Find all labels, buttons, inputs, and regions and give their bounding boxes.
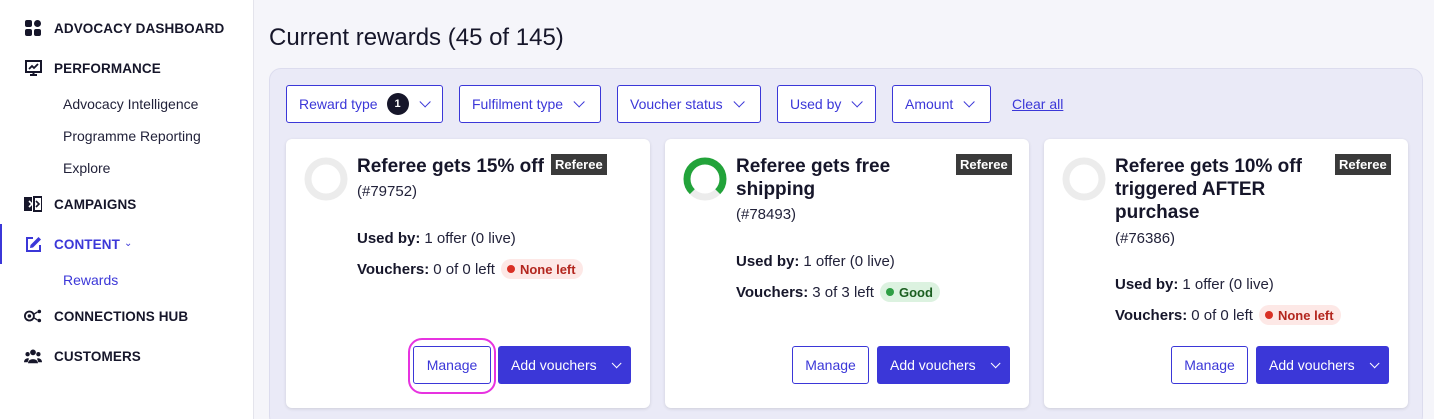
reward-title: Referee gets free shipping [736,156,891,200]
nav-label: CONTENT [54,236,120,252]
campaign-icon [24,196,42,212]
add-vouchers-label: Add vouchers [1269,357,1355,373]
status-dot-icon [885,288,894,296]
used-by-label: Used by: [1115,276,1179,293]
vouchers-value: 0 of 0 left [1191,306,1253,324]
audience-tag: Referee [956,154,1012,175]
used-by-row: Used by: 1 offer (0 live) [1115,276,1274,293]
vouchers-row: Vouchers: 0 of 0 left None left [357,259,583,279]
status-badge: Good [879,282,940,302]
chevron-down-icon [963,96,976,108]
nav-content[interactable]: CONTENT ⌄ [0,224,254,264]
vouchers-value: 3 of 3 left [812,283,874,301]
filter-label: Fulfilment type [472,96,564,112]
reward-card: Referee gets 10% off triggered AFTER pur… [1044,139,1408,408]
users-icon [24,348,42,364]
filter-fulfilment-type[interactable]: Fulfilment type [459,85,601,123]
nav-connections-hub[interactable]: CONNECTIONS HUB [0,300,254,332]
nav-customers[interactable]: CUSTOMERS [0,340,254,372]
nav-performance[interactable]: PERFORMANCE [0,52,254,84]
filter-reward-type[interactable]: Reward type 1 [286,85,443,123]
chevron-down-icon [990,357,1001,368]
nav-label: ADVOCACY DASHBOARD [54,20,225,36]
nav-rewards[interactable]: Rewards [63,270,118,290]
filter-used-by[interactable]: Used by [777,85,876,123]
status-dot-icon [506,265,515,273]
add-vouchers-button[interactable]: Add vouchers [877,346,1010,384]
filter-amount[interactable]: Amount [892,85,991,123]
page-title: Current rewards (45 of 145) [269,24,564,51]
reward-id: (#78493) [736,206,797,223]
used-by-value: 1 offer (0 live) [803,253,895,270]
vouchers-row: Vouchers: 3 of 3 left Good [736,282,940,302]
vouchers-label: Vouchers: [736,283,809,301]
vouchers-label: Vouchers: [357,260,430,278]
progress-ring-icon [1062,157,1106,201]
manage-button[interactable]: Manage [1171,346,1248,384]
reward-id: (#76386) [1115,230,1176,247]
status-badge: None left [1258,305,1341,325]
filter-voucher-status[interactable]: Voucher status [617,85,761,123]
chevron-down-icon [419,96,431,108]
nav-campaigns[interactable]: CAMPAIGNS [0,188,254,220]
used-by-label: Used by: [736,253,800,270]
add-vouchers-label: Add vouchers [890,357,976,373]
dashboard-icon [24,20,42,36]
used-by-row: Used by: 1 offer (0 live) [357,230,516,247]
add-vouchers-button[interactable]: Add vouchers [498,346,631,384]
filter-label: Amount [905,96,954,112]
nav-label: CUSTOMERS [54,348,141,364]
clear-all-link[interactable]: Clear all [1012,96,1063,112]
chevron-down-icon [733,96,745,108]
used-by-value: 1 offer (0 live) [424,230,516,247]
vouchers-row: Vouchers: 0 of 0 left None left [1115,305,1341,325]
progress-ring-icon [683,157,727,201]
chevron-down-icon: ⌄ [124,238,133,249]
vouchers-value: 0 of 0 left [433,260,495,278]
reward-title: Referee gets 10% off triggered AFTER pur… [1115,156,1302,223]
edit-icon [24,236,42,252]
used-by-value: 1 offer (0 live) [1182,276,1274,293]
vouchers-label: Vouchers: [1115,306,1188,324]
status-text: None left [1277,307,1334,323]
filter-label: Reward type [299,96,378,112]
filter-count-badge: 1 [386,93,409,115]
nav-programme-reporting[interactable]: Programme Reporting [63,126,201,146]
add-vouchers-label: Add vouchers [511,357,597,373]
chevron-down-icon [1369,357,1380,368]
nav-explore[interactable]: Explore [63,158,110,178]
filter-label: Used by [790,96,842,112]
audience-tag: Referee [1335,154,1391,175]
status-badge: None left [500,259,583,279]
manage-button[interactable]: Manage [413,346,491,384]
reward-card: Referee gets 15% off Referee (#79752) Us… [286,139,650,408]
chart-icon [24,60,42,76]
progress-ring-icon [304,157,348,201]
nav-advocacy-dashboard[interactable]: ADVOCACY DASHBOARD [0,12,254,44]
used-by-row: Used by: 1 offer (0 live) [736,253,895,270]
chevron-down-icon [611,357,622,368]
chevron-down-icon [573,96,585,108]
status-text: None left [519,261,576,277]
nav-advocacy-intelligence[interactable]: Advocacy Intelligence [63,94,198,114]
chevron-down-icon [851,96,864,108]
audience-tag: Referee [551,154,607,175]
reward-title: Referee gets 15% off [357,156,544,177]
add-vouchers-button[interactable]: Add vouchers [1256,346,1389,384]
used-by-label: Used by: [357,230,421,247]
connections-icon [24,308,42,324]
status-text: Good [898,284,933,300]
nav-label: PERFORMANCE [54,60,161,76]
filter-label: Voucher status [630,96,723,112]
sidebar: ADVOCACY DASHBOARD PERFORMANCE Advocacy … [0,0,254,419]
reward-card: Referee gets free shipping Referee (#784… [665,139,1029,408]
manage-button[interactable]: Manage [792,346,869,384]
reward-id: (#79752) [357,183,418,200]
status-dot-icon [1264,311,1273,319]
nav-label: CAMPAIGNS [54,196,137,212]
nav-label: CONNECTIONS HUB [54,308,189,324]
